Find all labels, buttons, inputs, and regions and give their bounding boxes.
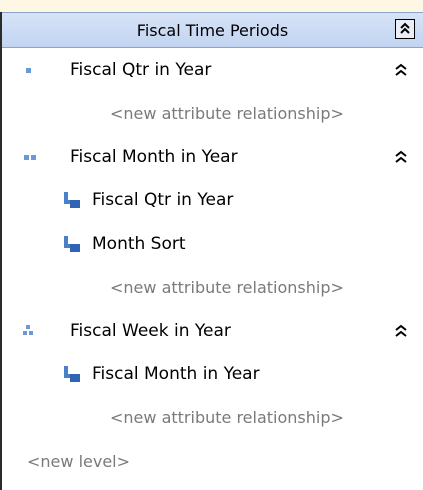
new-attribute-relationship-row[interactable]: <new attribute relationship> [2, 396, 423, 440]
level-1-dots-icon [22, 60, 70, 80]
attribute-relationship-row[interactable]: Fiscal Qtr in Year [2, 179, 423, 223]
new-attribute-relationship-row[interactable]: <new attribute relationship> [2, 92, 423, 136]
level-label: Fiscal Qtr in Year [70, 59, 212, 80]
new-attribute-relationship-label: <new attribute relationship> [110, 408, 344, 428]
level-label: Fiscal Month in Year [70, 146, 238, 167]
attribute-relationship-row[interactable]: Fiscal Month in Year [2, 353, 423, 397]
attribute-relationship-label: Fiscal Qtr in Year [92, 190, 234, 211]
collapse-all-button[interactable] [395, 19, 415, 39]
attribute-relationship-icon [62, 364, 82, 384]
hierarchy-rows: Fiscal Qtr in Year <new attribute relati… [2, 48, 423, 483]
new-level-row[interactable]: <new level> [2, 440, 423, 484]
attribute-relationship-row[interactable]: Month Sort [2, 222, 423, 266]
hierarchy-panel: Fiscal Time Periods Fiscal Qtr in Year <… [0, 12, 423, 490]
hierarchy-title: Fiscal Time Periods [136, 20, 289, 40]
collapse-all-icon [400, 22, 410, 34]
level-2-dots-icon [22, 147, 70, 167]
hierarchy-header[interactable]: Fiscal Time Periods [2, 12, 423, 48]
new-attribute-relationship-label: <new attribute relationship> [110, 277, 344, 297]
level-3-dots-icon [22, 321, 70, 341]
new-attribute-relationship-label: <new attribute relationship> [110, 103, 344, 123]
new-attribute-relationship-row[interactable]: <new attribute relationship> [2, 266, 423, 310]
level-row-fiscal-month-in-year[interactable]: Fiscal Month in Year [2, 135, 423, 179]
collapse-level-icon[interactable] [393, 149, 409, 165]
level-row-fiscal-week-in-year[interactable]: Fiscal Week in Year [2, 309, 423, 353]
level-row-fiscal-qtr-in-year[interactable]: Fiscal Qtr in Year [2, 48, 423, 92]
new-level-label: <new level> [27, 451, 131, 471]
level-label: Fiscal Week in Year [70, 320, 231, 341]
attribute-relationship-icon [62, 234, 82, 254]
attribute-relationship-label: Month Sort [92, 233, 186, 254]
collapse-level-icon[interactable] [393, 62, 409, 78]
attribute-relationship-icon [62, 190, 82, 210]
collapse-level-icon[interactable] [393, 323, 409, 339]
attribute-relationship-label: Fiscal Month in Year [92, 364, 260, 385]
